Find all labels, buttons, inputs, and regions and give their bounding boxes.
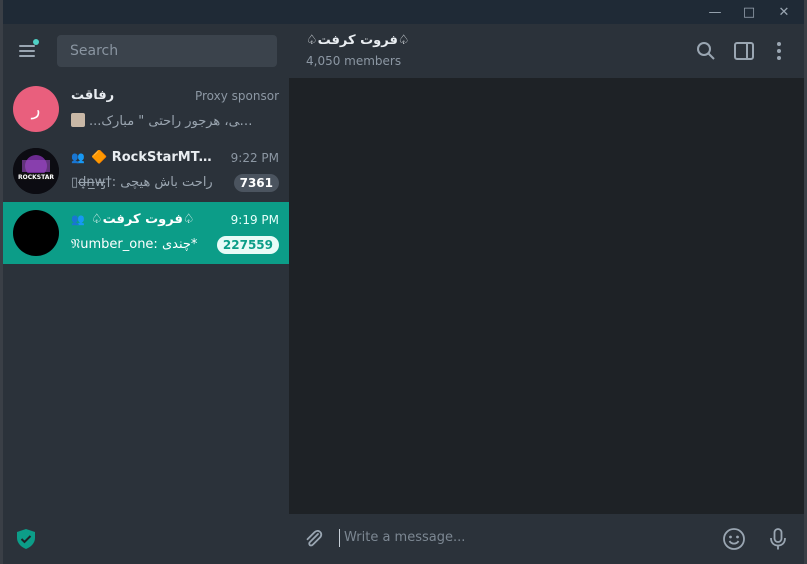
emoji-icon[interactable] [721,526,747,552]
svg-text:ROCKSTAR: ROCKSTAR [18,174,54,181]
more-options-icon[interactable] [767,39,791,63]
sidebar-toggle-icon[interactable] [732,39,756,63]
message-composer: Write a message... [289,514,804,564]
photo-thumbnail-icon [71,113,85,127]
chat-preview: 𝔑umber_one: چندی* [71,237,198,252]
group-icon: 👥 [71,213,85,226]
chat-pane: ♤فروت کرفت♤ 4,050 members Write a messag… [289,24,804,564]
microphone-icon[interactable] [765,526,791,552]
chat-time: 9:19 PM [230,213,279,227]
chat-list-pane: Search ر رفاقت Proxy sponsor ...روز " او… [3,24,289,564]
chat-item-refaghat[interactable]: ر رفاقت Proxy sponsor ...روز " اوکی، هرج… [3,78,289,140]
chat-preview: ▯d̶͎n̶̲w̶̡†: راحت باش هیچی [71,175,213,190]
close-button[interactable]: ✕ [769,0,799,24]
chat-title: 👥🔶 RockStarMTA Gr... [71,150,221,165]
search-input[interactable]: Search [57,35,277,67]
group-icon: 👥 [71,151,85,164]
telegram-window: — □ ✕ Search ر رفاقت Proxy sponsor ...رو… [3,0,804,564]
proxy-sponsor-label: Proxy sponsor [194,89,279,103]
chat-title: 👥 ♤فروت کرفت♤ [71,212,195,227]
chat-preview: ...روز " اوکی، هرجور راحتی " مبارک [71,113,256,129]
search-icon[interactable] [694,39,718,63]
chat-item-froot-kraft[interactable]: 👥 ♤فروت کرفت♤ 9:19 PM 𝔑umber_one: چندی* 2… [3,202,289,264]
avatar: ROCKSTAR [13,148,59,194]
rockstar-logo-icon: ROCKSTAR [13,148,59,194]
proxy-shield-icon[interactable] [15,528,37,550]
chat-time: 9:22 PM [230,151,279,165]
attach-icon[interactable] [301,526,327,552]
avatar [13,210,59,256]
title-bar: — □ ✕ [3,0,804,24]
menu-icon [19,45,35,47]
unread-badge: 227559 [216,236,279,254]
maximize-button[interactable]: □ [734,0,764,24]
chat-item-rockstar[interactable]: ROCKSTAR 👥🔶 RockStarMTA Gr... 9:22 PM ▯d… [3,140,289,202]
notification-dot [33,39,39,45]
message-area[interactable] [289,78,804,514]
minimize-button[interactable]: — [700,0,730,24]
main-menu-button[interactable] [17,39,39,62]
message-input[interactable]: Write a message... [339,529,465,547]
avatar-letter: ر [31,98,41,120]
sidebar-topbar: Search [3,24,289,78]
chat-header[interactable]: ♤فروت کرفت♤ 4,050 members [289,24,804,78]
avatar: ر [13,86,59,132]
member-count: 4,050 members [306,54,402,68]
chat-header-title: ♤فروت کرفت♤ [306,33,410,48]
unread-badge: 7361 [233,174,279,192]
